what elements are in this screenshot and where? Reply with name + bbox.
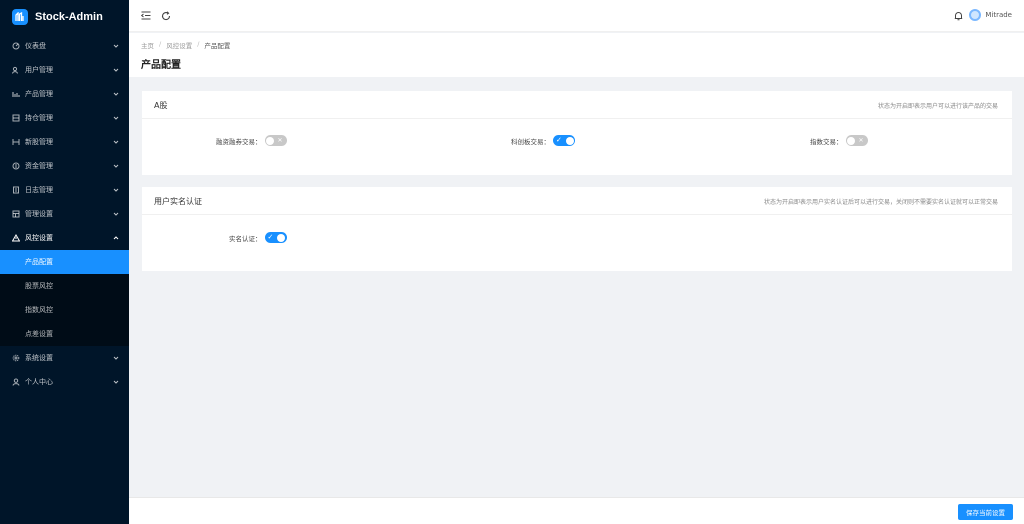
sidebar: Stock-Admin 仪表盘 用户管理 产品管理 持仓管理 新股管理 资金管理…: [0, 0, 129, 524]
chevron-down-icon: [112, 66, 120, 74]
chevron-down-icon: [112, 354, 120, 362]
admin-settings-icon: [11, 210, 20, 219]
card-header: A股 状态为开启即表示用户可以进行该产品的交易: [142, 91, 1012, 119]
card-note: 状态为开启即表示用户实名认证后可以进行交易，关闭则不需要实名认证就可以正常交易: [763, 199, 998, 206]
menu-fold-icon[interactable]: [140, 10, 151, 21]
card-note: 状态为开启即表示用户可以进行该产品的交易: [877, 103, 998, 110]
chevron-down-icon: [112, 378, 120, 386]
card-header: 用户实名认证 状态为开启即表示用户实名认证后可以进行交易，关闭则不需要实名认证就…: [142, 187, 1012, 215]
sidebar-item-label: 资金管理: [25, 162, 53, 170]
sidebar-subitem-index-risk[interactable]: 指数风控: [0, 298, 129, 322]
chevron-down-icon: [112, 162, 120, 170]
money-icon: [11, 162, 20, 171]
breadcrumb-separator: /: [197, 40, 200, 48]
sidebar-subitem-stock-risk[interactable]: 股票风控: [0, 274, 129, 298]
card-title: 用户实名认证: [154, 197, 202, 206]
warning-icon: [11, 234, 20, 243]
real-name-field: 实名认证： ✓: [229, 232, 287, 243]
sidebar-item-label: 新股管理: [25, 138, 53, 146]
stock-logo-icon: [12, 9, 28, 25]
sidebar-item-label: 用户管理: [25, 66, 53, 74]
chevron-down-icon: [112, 114, 120, 122]
field-label: 科创板交易：: [511, 137, 550, 146]
user-menu[interactable]: Mitrade: [969, 9, 1012, 21]
sidebar-item-users[interactable]: 用户管理: [0, 58, 129, 82]
chevron-down-icon: [112, 186, 120, 194]
chevron-down-icon: [112, 90, 120, 98]
breadcrumb-parent[interactable]: 风控设置: [166, 40, 192, 50]
index-trading-switch[interactable]: ✕: [845, 135, 868, 146]
refresh-icon[interactable]: [160, 10, 171, 21]
sidebar-item-label: 持仓管理: [25, 114, 53, 122]
users-icon: [11, 66, 20, 75]
portfolio-icon: [11, 114, 20, 123]
sidebar-item-label: 风控设置: [25, 234, 53, 242]
breadcrumb-home[interactable]: 主页: [141, 40, 154, 50]
margin-trading-switch[interactable]: ✕: [264, 135, 287, 146]
breadcrumb-separator: /: [159, 40, 162, 48]
a-share-card: A股 状态为开启即表示用户可以进行该产品的交易 融资融券交易： ✕ 科创板交易：…: [142, 91, 1012, 175]
sidebar-item-ipo[interactable]: 新股管理: [0, 130, 129, 154]
sidebar-item-risk-control[interactable]: 风控设置: [0, 226, 129, 250]
check-icon: ✓: [556, 136, 562, 144]
username: Mitrade: [985, 11, 1012, 19]
sidebar-item-logs[interactable]: 日志管理: [0, 178, 129, 202]
star-market-field: 科创板交易： ✓: [511, 135, 575, 146]
breadcrumb-current: 产品配置: [204, 42, 231, 50]
gear-icon: [11, 354, 20, 363]
footer-bar: 保存当前设置: [129, 497, 1024, 524]
index-trading-field: 指数交易： ✕: [810, 135, 868, 146]
cross-icon: ✕: [858, 137, 864, 144]
sidebar-item-label: 日志管理: [25, 186, 53, 194]
sidebar-subitem-product-config[interactable]: 产品配置: [0, 250, 129, 274]
sidebar-item-positions[interactable]: 持仓管理: [0, 106, 129, 130]
sidebar-item-funds[interactable]: 资金管理: [0, 154, 129, 178]
log-icon: [11, 186, 20, 195]
real-name-switch[interactable]: ✓: [264, 232, 287, 243]
page-title: 产品配置: [141, 60, 181, 71]
chart-icon: [11, 90, 20, 99]
chevron-down-icon: [112, 210, 120, 218]
top-header: Mitrade: [129, 0, 1024, 32]
star-market-switch[interactable]: ✓: [553, 135, 575, 146]
sidebar-item-label: 管理设置: [25, 210, 53, 218]
risk-control-submenu: 产品配置 股票风控 指数风控 点差设置: [0, 250, 129, 346]
page-header: 主页 / 风控设置 / 产品配置 产品配置: [129, 33, 1024, 77]
check-icon: ✓: [267, 233, 274, 241]
real-name-card: 用户实名认证 状态为开启即表示用户实名认证后可以进行交易，关闭则不需要实名认证就…: [142, 187, 1012, 271]
sidebar-item-products[interactable]: 产品管理: [0, 82, 129, 106]
app-title: Stock-Admin: [35, 11, 103, 23]
sidebar-item-system-settings[interactable]: 系统设置: [0, 346, 129, 370]
field-label: 指数交易：: [810, 137, 843, 146]
sidebar-item-label: 个人中心: [25, 378, 53, 386]
logo[interactable]: Stock-Admin: [0, 0, 129, 34]
margin-trading-field: 融资融券交易： ✕: [216, 135, 287, 146]
chevron-down-icon: [112, 138, 120, 146]
breadcrumb: 主页 / 风控设置 / 产品配置: [141, 40, 230, 50]
bell-icon[interactable]: [953, 10, 964, 21]
ipo-icon: [11, 138, 20, 147]
card-title: A股: [154, 101, 168, 110]
dashboard-icon: [11, 42, 20, 51]
sidebar-item-admin-settings[interactable]: 管理设置: [0, 202, 129, 226]
avatar: [969, 9, 982, 21]
sidebar-item-label: 系统设置: [25, 354, 53, 362]
chevron-up-icon: [112, 234, 120, 242]
sidebar-item-dashboard[interactable]: 仪表盘: [0, 34, 129, 58]
cross-icon: ✕: [277, 137, 283, 144]
chevron-down-icon: [112, 42, 120, 50]
field-label: 融资融券交易：: [216, 137, 262, 146]
person-icon: [11, 378, 20, 387]
sidebar-subitem-spread-settings[interactable]: 点差设置: [0, 322, 129, 346]
save-settings-button[interactable]: 保存当前设置: [958, 504, 1013, 520]
sidebar-item-label: 仪表盘: [25, 42, 46, 50]
sidebar-item-label: 产品管理: [25, 90, 53, 98]
field-label: 实名认证：: [229, 234, 262, 243]
sidebar-item-personal-center[interactable]: 个人中心: [0, 370, 129, 394]
